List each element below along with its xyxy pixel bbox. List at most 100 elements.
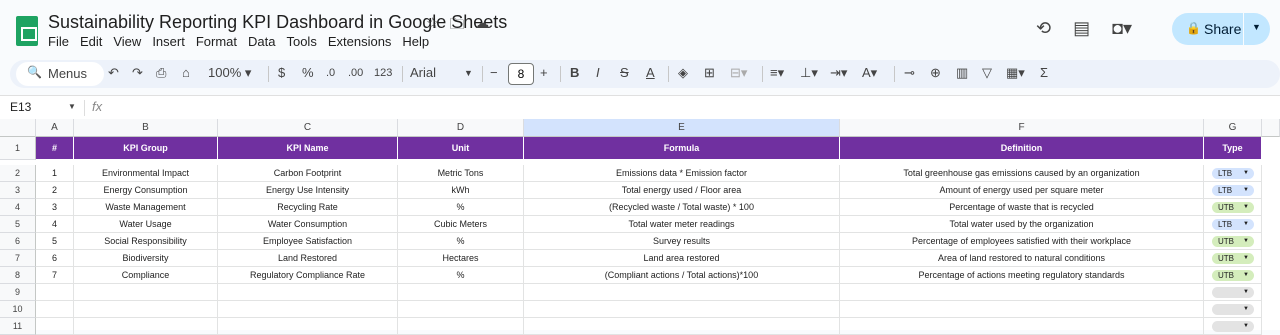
table-cell[interactable]: Total energy used / Floor area	[524, 182, 840, 199]
table-cell[interactable]: Regulatory Compliance Rate	[218, 267, 398, 284]
table-cell[interactable]	[36, 284, 74, 301]
table-cell[interactable]: Metric Tons	[398, 165, 524, 182]
row-header-7[interactable]: 7	[0, 250, 36, 267]
percent-button[interactable]: %	[302, 65, 314, 80]
table-header-cell[interactable]: KPI Name	[218, 137, 398, 159]
insert-chart-icon[interactable]: ▥	[956, 65, 968, 81]
select-all-corner[interactable]	[0, 119, 36, 137]
table-cell[interactable]: Carbon Footprint	[218, 165, 398, 182]
table-cell[interactable]: Cubic Meters	[398, 216, 524, 233]
table-cell[interactable]: 2	[36, 182, 74, 199]
table-cell[interactable]	[398, 301, 524, 318]
undo-icon[interactable]: ↶	[108, 65, 119, 81]
menu-format[interactable]: Format	[196, 34, 237, 49]
filter-icon[interactable]: ▽	[982, 65, 992, 81]
menu-tools[interactable]: Tools	[286, 34, 316, 49]
table-cell[interactable]: Total water meter readings	[524, 216, 840, 233]
column-header-c[interactable]: C	[218, 119, 398, 137]
print-icon[interactable]: ⎙	[156, 65, 166, 81]
functions-icon[interactable]: Σ	[1040, 65, 1048, 80]
table-cell[interactable]: Area of land restored to natural conditi…	[840, 250, 1204, 267]
table-cell[interactable]: Amount of energy used per square meter	[840, 182, 1204, 199]
table-cell[interactable]	[524, 284, 840, 301]
menu-data[interactable]: Data	[248, 34, 275, 49]
column-header-g[interactable]: G	[1204, 119, 1262, 137]
type-dropdown-chip[interactable]: ▼	[1212, 287, 1254, 298]
table-cell[interactable]: Social Responsibility	[74, 233, 218, 250]
table-cell[interactable]: Compliance	[74, 267, 218, 284]
type-dropdown-chip[interactable]: UTB ▼	[1212, 236, 1254, 247]
table-cell[interactable]: Water Usage	[74, 216, 218, 233]
redo-icon[interactable]: ↷	[132, 65, 143, 81]
table-cell[interactable]: 7	[36, 267, 74, 284]
table-cell[interactable]	[840, 284, 1204, 301]
row-header-3[interactable]: 3	[0, 182, 36, 199]
table-cell[interactable]	[74, 301, 218, 318]
table-cell[interactable]: Total water used by the organization	[840, 216, 1204, 233]
table-cell[interactable]	[398, 318, 524, 335]
sheets-logo-icon[interactable]	[16, 16, 38, 46]
table-cell[interactable]: Percentage of actions meeting regulatory…	[840, 267, 1204, 284]
filter-views-icon[interactable]: ▦▾	[1006, 65, 1025, 81]
font-family-dropdown-icon[interactable]: ▼	[464, 68, 473, 78]
increase-decimal-button[interactable]: .00	[348, 67, 363, 79]
borders-icon[interactable]: ⊞	[704, 65, 715, 81]
menu-extensions[interactable]: Extensions	[328, 34, 392, 49]
table-cell[interactable]: Emissions data * Emission factor	[524, 165, 840, 182]
table-cell[interactable]: 4	[36, 216, 74, 233]
increase-font-size-icon[interactable]: +	[540, 65, 548, 80]
table-cell[interactable]	[218, 284, 398, 301]
merge-cells-icon[interactable]: ⊟▾	[730, 65, 747, 81]
table-cell[interactable]: 5	[36, 233, 74, 250]
italic-icon[interactable]: I	[596, 65, 600, 80]
table-cell[interactable]: Percentage of waste that is recycled	[840, 199, 1204, 216]
zoom-select[interactable]: 100% ▾	[208, 65, 251, 81]
table-header-cell[interactable]: KPI Group	[74, 137, 218, 159]
decrease-decimal-button[interactable]: .0	[326, 67, 335, 79]
table-cell[interactable]: %	[398, 233, 524, 250]
table-cell[interactable]	[36, 318, 74, 335]
menu-view[interactable]: View	[113, 34, 141, 49]
strikethrough-icon[interactable]: S	[620, 65, 629, 80]
table-cell[interactable]	[74, 284, 218, 301]
table-header-cell[interactable]: Unit	[398, 137, 524, 159]
table-cell[interactable]: %	[398, 267, 524, 284]
font-size-input[interactable]: 8	[508, 63, 534, 85]
text-color-icon[interactable]: A	[646, 65, 655, 80]
meet-icon[interactable]: ◘▾	[1112, 18, 1132, 39]
column-header-f[interactable]: F	[840, 119, 1204, 137]
row-header-5[interactable]: 5	[0, 216, 36, 233]
row-header-4[interactable]: 4	[0, 199, 36, 216]
table-cell[interactable]: 6	[36, 250, 74, 267]
text-rotation-icon[interactable]: A▾	[862, 65, 877, 81]
row-header-6[interactable]: 6	[0, 233, 36, 250]
insert-comment-icon[interactable]: ⊕	[930, 65, 941, 81]
table-cell[interactable]: Recycling Rate	[218, 199, 398, 216]
column-header-a[interactable]: A	[36, 119, 74, 137]
column-header-e[interactable]: E	[524, 119, 840, 137]
type-dropdown-chip[interactable]: LTB ▼	[1212, 219, 1254, 230]
table-cell[interactable]: Biodiversity	[74, 250, 218, 267]
menu-file[interactable]: File	[48, 34, 69, 49]
table-cell[interactable]: Environmental Impact	[74, 165, 218, 182]
table-cell[interactable]	[36, 301, 74, 318]
table-cell[interactable]: kWh	[398, 182, 524, 199]
version-history-icon[interactable]: ⟲	[1036, 18, 1051, 39]
type-dropdown-chip[interactable]: LTB ▼	[1212, 168, 1254, 179]
row-header-8[interactable]: 8	[0, 267, 36, 284]
table-header-cell[interactable]: Definition	[840, 137, 1204, 159]
column-header-b[interactable]: B	[74, 119, 218, 137]
table-cell[interactable]: Land Restored	[218, 250, 398, 267]
menu-search[interactable]: 🔍 Menus	[16, 62, 104, 86]
spreadsheet-grid[interactable]: A B C D E F G 1 2 3 4 5 6 7 8 9 10 11 # KPI Group KPI Name Un…	[0, 119, 1280, 335]
type-dropdown-chip[interactable]: LTB ▼	[1212, 185, 1254, 196]
number-format-button[interactable]: 123	[374, 67, 392, 79]
fill-color-icon[interactable]: ◈	[678, 65, 688, 81]
row-header-11[interactable]: 11	[0, 318, 36, 335]
table-cell[interactable]: 1	[36, 165, 74, 182]
table-cell[interactable]	[840, 301, 1204, 318]
decrease-font-size-icon[interactable]: −	[490, 65, 498, 80]
text-wrapping-icon[interactable]: ⇥▾	[830, 65, 847, 81]
horizontal-align-icon[interactable]: ≡▾	[770, 65, 784, 81]
vertical-align-icon[interactable]: ⊥▾	[800, 65, 818, 81]
